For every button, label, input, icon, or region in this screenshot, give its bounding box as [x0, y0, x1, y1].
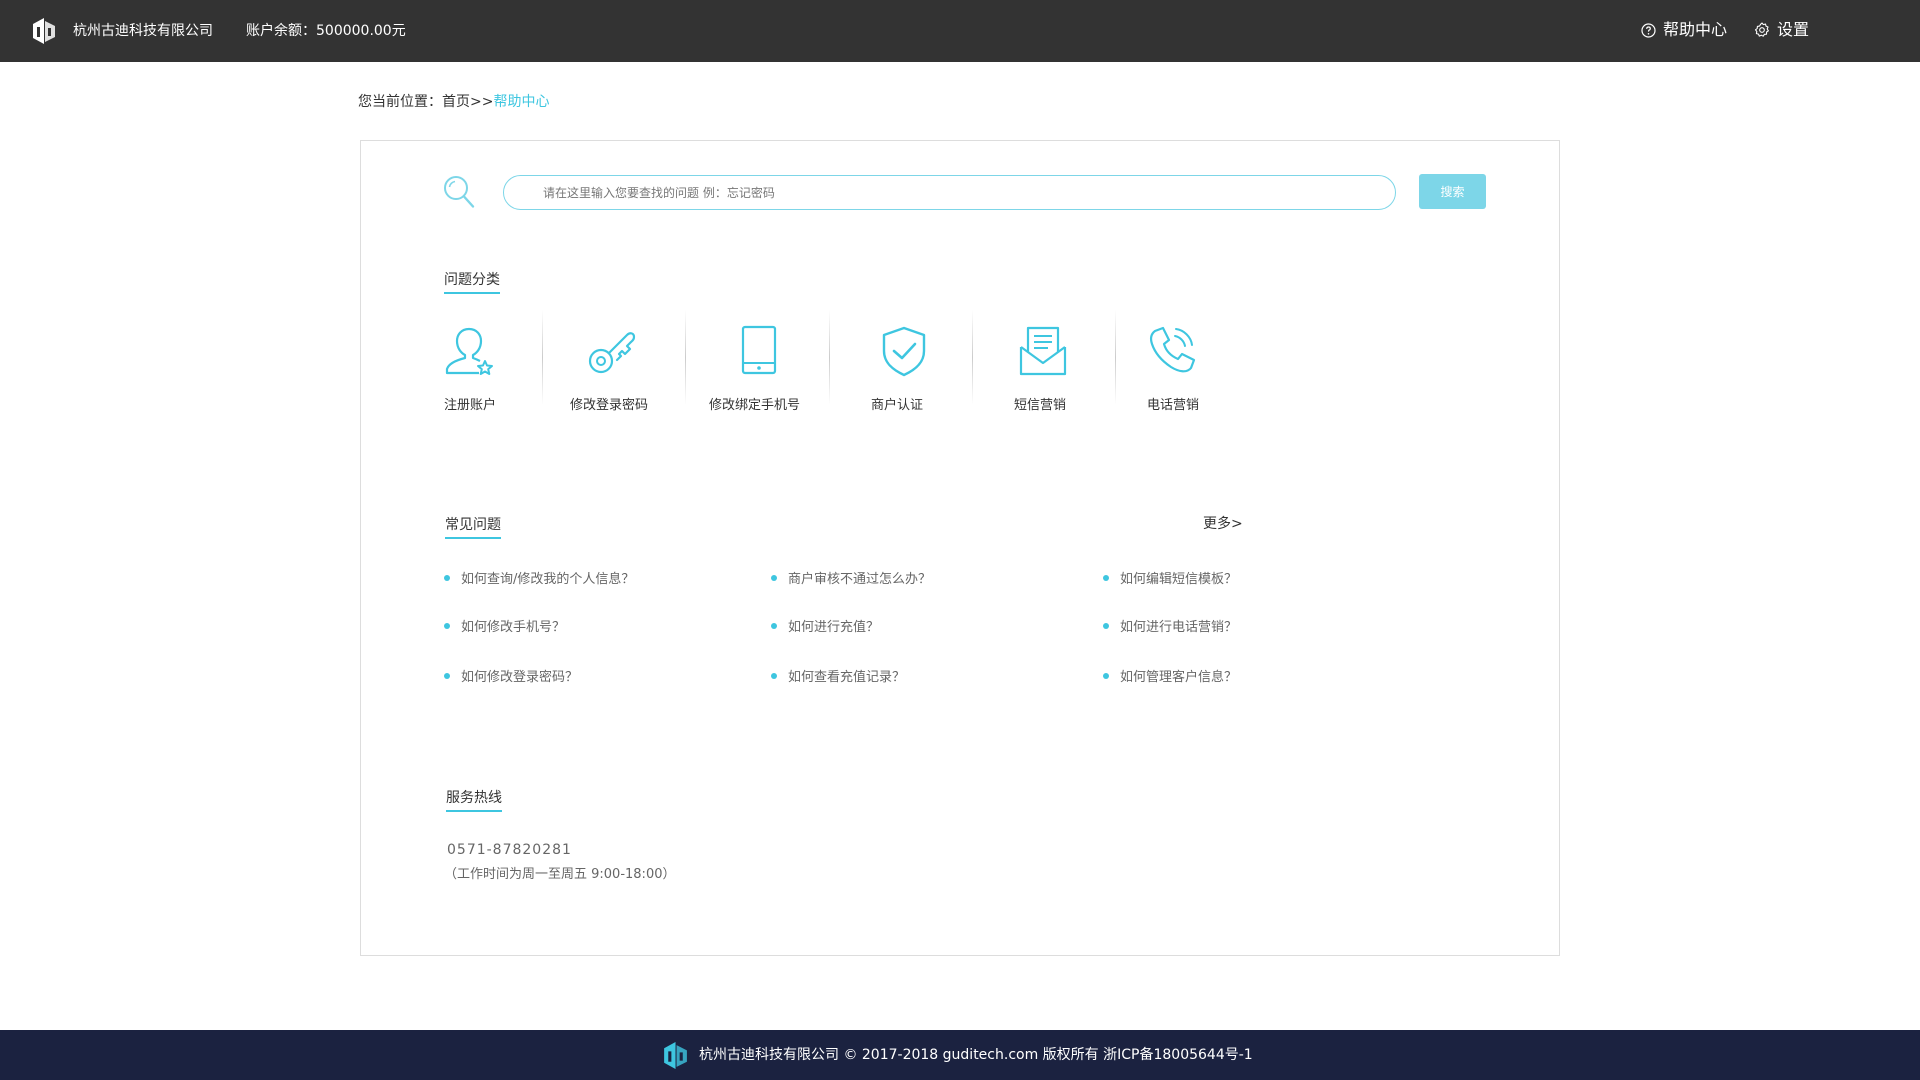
account-balance: 账户余额：500000.00元 — [246, 23, 406, 39]
company-name: 杭州古迪科技有限公司 — [73, 23, 213, 39]
faq-item-label: 如何修改登录密码？ — [461, 670, 579, 685]
category-label: 电话营销 — [1147, 398, 1200, 413]
faq-item-label: 如何进行电话营销？ — [1120, 620, 1238, 635]
bullet-icon — [771, 623, 777, 629]
category-label: 修改绑定手机号 — [709, 398, 801, 413]
category-label: 注册账户 — [444, 398, 497, 413]
help-center-panel — [360, 140, 1560, 956]
category-phone-marketing[interactable]: 电话营销 — [1147, 322, 1290, 422]
category-divider — [542, 310, 543, 405]
faq-item[interactable]: 如何查询/修改我的个人信息？ — [444, 571, 634, 588]
category-change-phone[interactable]: 修改绑定手机号 — [709, 322, 852, 422]
hotline-phone: 0571-87820281 — [447, 842, 572, 858]
bullet-icon — [771, 575, 777, 581]
faq-item-label: 如何管理客户信息？ — [1120, 670, 1238, 685]
breadcrumb: 您当前位置：首页>>帮助中心 — [358, 93, 549, 111]
bullet-icon — [444, 673, 450, 679]
breadcrumb-current: 帮助中心 — [493, 94, 550, 110]
category-divider — [685, 310, 686, 405]
faq-item[interactable]: 如何查看充值记录？ — [771, 669, 905, 686]
gear-icon — [1754, 22, 1769, 37]
bullet-icon — [444, 623, 450, 629]
faq-item-label: 如何查看充值记录？ — [788, 670, 906, 685]
question-circle-icon — [1641, 22, 1656, 38]
search-input[interactable] — [503, 175, 1396, 210]
hotline-hours: （工作时间为周一至周五 9:00-18:00） — [444, 867, 676, 882]
footer-copyright: 杭州古迪科技有限公司 © 2017-2018 guditech.com 版权所有… — [699, 1047, 1253, 1063]
category-divider — [829, 310, 830, 405]
settings-label: 设置 — [1777, 20, 1810, 39]
faq-item-label: 如何查询/修改我的个人信息？ — [461, 572, 635, 587]
user-star-icon — [445, 327, 493, 375]
company-logo-icon[interactable] — [31, 17, 56, 45]
bullet-icon — [771, 673, 777, 679]
phone-device-icon — [741, 325, 777, 375]
breadcrumb-home-link[interactable]: 首页 — [442, 94, 470, 110]
faq-item[interactable]: 如何编辑短信模板？ — [1103, 571, 1237, 588]
category-label: 修改登录密码 — [570, 398, 649, 413]
breadcrumb-separator: >> — [470, 94, 494, 110]
faq-item-label: 如何修改手机号？ — [461, 620, 566, 635]
faq-item[interactable]: 如何管理客户信息？ — [1103, 669, 1237, 686]
faq-item[interactable]: 如何修改手机号？ — [444, 619, 565, 636]
search-button[interactable]: 搜索 — [1419, 174, 1486, 209]
category-sms-marketing[interactable]: 短信营销 — [1014, 322, 1157, 422]
faq-item[interactable]: 如何进行电话营销？ — [1103, 619, 1237, 636]
category-label: 商户认证 — [871, 398, 924, 413]
categories-heading: 问题分类 — [444, 271, 500, 294]
category-merchant-verification[interactable]: 商户认证 — [870, 322, 1013, 422]
category-register-account[interactable]: 注册账户 — [443, 322, 586, 422]
faq-item-label: 如何编辑短信模板？ — [1120, 572, 1238, 587]
faq-item-label: 商户审核不通过怎么办？ — [788, 572, 932, 587]
help-center-link[interactable]: 帮助中心 — [1641, 20, 1727, 40]
bullet-icon — [1103, 575, 1109, 581]
faq-item[interactable]: 如何修改登录密码？ — [444, 669, 578, 686]
key-icon — [588, 332, 636, 374]
category-change-password[interactable]: 修改登录密码 — [569, 322, 712, 422]
category-divider — [972, 310, 973, 405]
breadcrumb-prefix: 您当前位置： — [358, 94, 442, 110]
faq-item-label: 如何进行充值？ — [788, 620, 880, 635]
telephone-icon — [1149, 326, 1196, 373]
top-bar: 杭州古迪科技有限公司 账户余额：500000.00元 帮助中心 设置 — [0, 0, 1920, 62]
category-label: 短信营销 — [1014, 398, 1067, 413]
search-icon — [444, 176, 475, 208]
hotline-heading: 服务热线 — [446, 789, 502, 812]
faq-heading: 常见问题 — [445, 516, 501, 539]
envelope-icon — [1019, 326, 1067, 376]
bullet-icon — [444, 575, 450, 581]
shield-check-icon — [882, 326, 926, 377]
bullet-icon — [1103, 673, 1109, 679]
bullet-icon — [1103, 623, 1109, 629]
company-logo-icon — [664, 1042, 687, 1069]
faq-more-link[interactable]: 更多> — [1203, 515, 1243, 533]
category-divider — [1115, 310, 1116, 405]
help-center-label: 帮助中心 — [1663, 20, 1728, 39]
faq-item[interactable]: 商户审核不通过怎么办？ — [771, 571, 931, 588]
settings-link[interactable]: 设置 — [1754, 20, 1809, 40]
faq-item[interactable]: 如何进行充值？ — [771, 619, 879, 636]
footer: 杭州古迪科技有限公司 © 2017-2018 guditech.com 版权所有… — [0, 1030, 1920, 1080]
